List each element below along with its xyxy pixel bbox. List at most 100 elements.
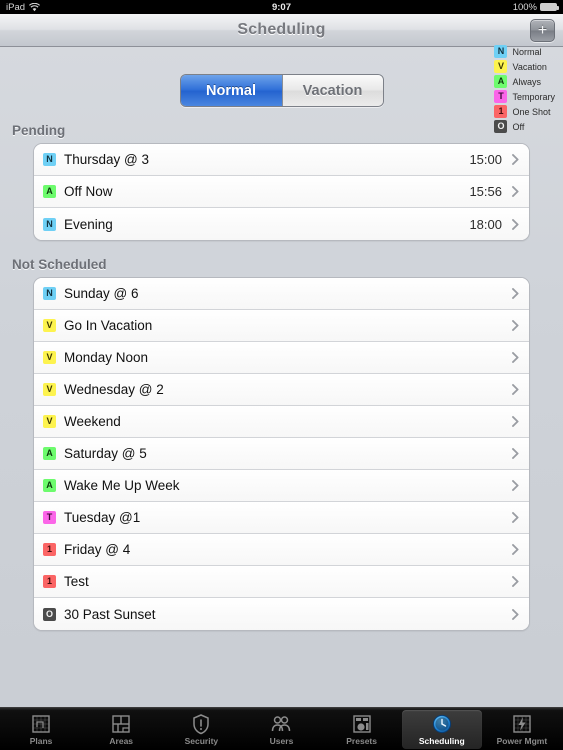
tab-label: Users (269, 736, 294, 746)
schedule-type-badge: V (43, 383, 56, 396)
tab-presets[interactable]: Presets (322, 710, 402, 749)
table-row[interactable]: V Monday Noon (34, 342, 529, 374)
battery-percent: 100% (512, 1, 537, 13)
table-row[interactable]: V Weekend (34, 406, 529, 438)
table-row[interactable]: N Thursday @ 3 15:00 (34, 144, 529, 176)
schedule-time: 18:00 (469, 216, 502, 232)
tab-label: Power Mgmt (496, 736, 548, 746)
chevron-right-icon (512, 576, 519, 587)
tab-label: Security (184, 736, 219, 746)
schedule-type-badge: N (494, 45, 508, 58)
schedule-type-badge: V (43, 351, 56, 364)
legend-item-label: Normal (512, 46, 542, 57)
schedule-name: Weekend (64, 414, 121, 429)
schedule-sections: Pending N Thursday @ 3 15:00 A Off Now 15:56 N E… (0, 123, 563, 631)
schedule-name: Evening (64, 216, 113, 232)
status-bar-clock: 9:07 (271, 1, 291, 13)
legend: N Normal V Vacation A Always T Temporary 1 One Sh… (494, 45, 555, 133)
tab-label: Plans (29, 736, 53, 746)
schedule-name: Tuesday @1 (64, 510, 141, 525)
tab-label: Presets (346, 736, 377, 746)
tab-areas[interactable]: Areas (81, 710, 161, 749)
schedule-time: 15:00 (469, 152, 502, 167)
segment-vacation[interactable]: Vacation (281, 75, 383, 106)
mode-segmented-control[interactable]: Normal Vacation (179, 74, 384, 107)
floorplan-rooms-icon (112, 715, 130, 733)
legend-item: 1 One Shot (494, 105, 555, 118)
floorplan-grid-icon (32, 715, 50, 733)
table-row[interactable]: 1 Test (34, 566, 529, 598)
schedule-name: Monday Noon (64, 350, 149, 365)
schedule-type-badge: T (43, 511, 56, 524)
section-header: Not Scheduled (12, 257, 107, 272)
power-bolt-icon (513, 715, 531, 733)
schedule-type-badge: 1 (43, 575, 56, 588)
schedule-type-badge: T (494, 90, 508, 103)
tab-security[interactable]: Security (161, 710, 241, 749)
chevron-right-icon (512, 384, 519, 395)
schedule-name: Wednesday @ 2 (64, 382, 164, 397)
tab-label: Areas (109, 736, 134, 746)
table-row[interactable]: 1 Friday @ 4 (34, 534, 529, 566)
schedule-type-badge: O (43, 607, 56, 621)
main-content: Normal Vacation Pending N Thursday @ 3 15:00… (0, 47, 563, 707)
schedule-list: N Sunday @ 6 V Go In Vacation V Monday Noon V W… (33, 277, 530, 631)
schedule-type-badge: A (43, 447, 56, 460)
schedule-type-badge: V (43, 415, 56, 428)
section-header: Pending (12, 123, 66, 138)
chevron-right-icon (512, 186, 519, 197)
table-row[interactable]: A Saturday @ 5 (34, 438, 529, 470)
segment-normal[interactable]: Normal (180, 75, 282, 106)
schedule-type-badge: A (494, 75, 508, 88)
schedule-type-badge: N (43, 153, 56, 166)
table-row[interactable]: V Wednesday @ 2 (34, 374, 529, 406)
table-row[interactable]: O 30 Past Sunset (34, 598, 529, 630)
shield-alert-icon (193, 714, 210, 735)
chevron-right-icon (512, 608, 519, 620)
table-row[interactable]: N Evening 18:00 (34, 208, 529, 240)
legend-item-label: One Shot (512, 106, 551, 117)
schedule-type-badge: A (43, 185, 56, 198)
ipad-scheduling-app: iPad 9:07 100% Scheduling + N Normal V Vaca… (0, 0, 563, 750)
schedule-type-badge: O (494, 120, 508, 133)
legend-item-label: Vacation (512, 61, 547, 72)
status-bar: iPad 9:07 100% (0, 0, 563, 14)
legend-item: N Normal (494, 45, 555, 58)
schedule-type-badge: V (494, 60, 508, 73)
preset-panel-icon (352, 715, 371, 733)
chevron-right-icon (512, 288, 519, 299)
users-icon (272, 716, 291, 732)
legend-item: T Temporary (494, 90, 555, 103)
table-row[interactable]: T Tuesday @1 (34, 502, 529, 534)
add-schedule-button[interactable]: + (530, 19, 555, 42)
schedule-name: Go In Vacation (64, 318, 153, 333)
chevron-right-icon (512, 480, 519, 491)
chevron-right-icon (512, 154, 519, 165)
chevron-right-icon (512, 320, 519, 331)
tab-plans[interactable]: Plans (1, 710, 81, 749)
schedule-list: N Thursday @ 3 15:00 A Off Now 15:56 N Evening 1… (33, 143, 530, 241)
tab-scheduling[interactable]: Scheduling (401, 710, 482, 749)
schedule-name: 30 Past Sunset (64, 606, 156, 622)
legend-item: A Always (494, 75, 555, 88)
schedule-type-badge: V (43, 319, 56, 332)
clock-icon (432, 714, 451, 734)
schedule-name: Off Now (64, 184, 113, 199)
table-row[interactable]: V Go In Vacation (34, 310, 529, 342)
plus-icon: + (537, 21, 548, 39)
schedule-type-badge: N (43, 217, 56, 231)
chevron-right-icon (512, 512, 519, 523)
schedule-name: Thursday @ 3 (64, 152, 149, 167)
tab-users[interactable]: Users (241, 710, 321, 749)
schedule-time: 15:56 (469, 184, 502, 199)
table-row[interactable]: A Wake Me Up Week (34, 470, 529, 502)
schedule-name: Wake Me Up Week (64, 478, 180, 493)
battery-icon (540, 3, 559, 11)
tab-power-mgmt[interactable]: Power Mgmt (482, 710, 562, 749)
schedule-name: Test (64, 574, 89, 589)
table-row[interactable]: N Sunday @ 6 (34, 278, 529, 310)
table-row[interactable]: A Off Now 15:56 (34, 176, 529, 208)
schedule-name: Saturday @ 5 (64, 446, 147, 461)
schedule-type-badge: N (43, 287, 56, 300)
legend-item-label: Always (512, 76, 541, 87)
